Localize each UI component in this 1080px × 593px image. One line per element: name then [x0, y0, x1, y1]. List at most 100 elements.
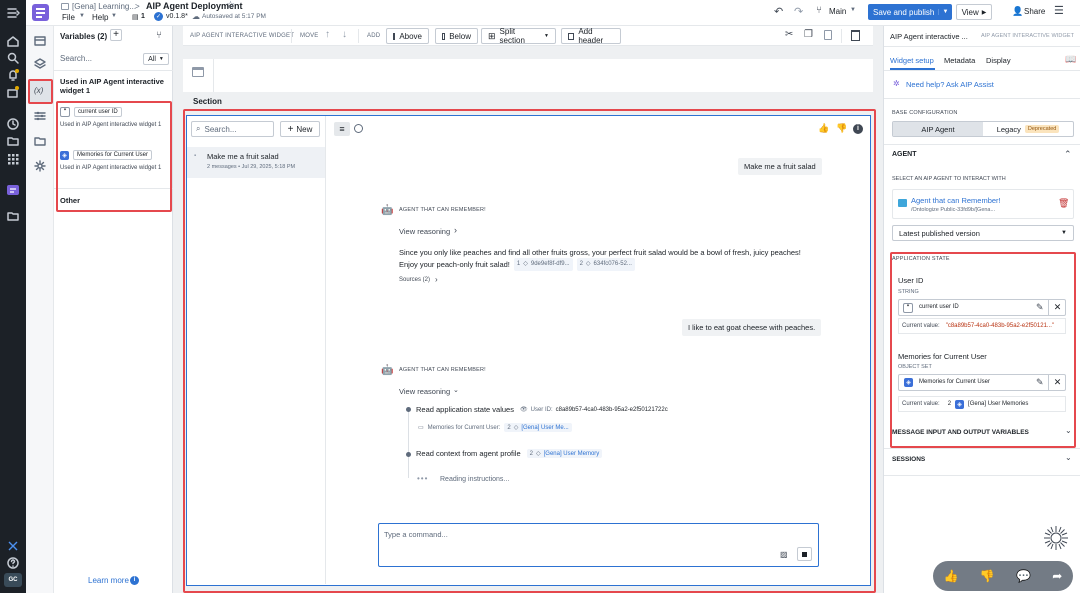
sliders-icon[interactable] — [32, 108, 48, 124]
thumbs-up-icon[interactable]: 👍 — [944, 569, 959, 583]
variables-filter-select[interactable]: All ▼ — [143, 53, 169, 65]
save-and-publish-button[interactable]: Save and publish ▼ — [868, 4, 952, 20]
var2-chip: Memories for Current User — [919, 379, 991, 385]
variables-search-input[interactable]: Search... — [58, 52, 142, 66]
breadcrumb-parent[interactable]: [Gena] Learning... — [72, 2, 136, 11]
ai-assist-icon[interactable] — [5, 538, 21, 554]
thumbs-down-icon[interactable]: 👎 — [980, 569, 995, 583]
autosave-status: Autosaved at 5:17 PM — [202, 13, 266, 20]
chevron-down-icon: ▼ — [79, 13, 85, 19]
pages-count: 1 — [141, 13, 145, 20]
layers-icon[interactable] — [32, 56, 48, 72]
delete-icon[interactable] — [851, 30, 860, 41]
split-section-button[interactable]: ⊞ Split section ▼ — [481, 27, 556, 45]
help-menu[interactable]: Help — [92, 13, 108, 22]
home-icon[interactable] — [5, 33, 21, 49]
add-below-button[interactable]: Below — [435, 28, 478, 44]
arrow-down-icon[interactable]: ↓ — [342, 29, 347, 40]
sessions-section-title[interactable]: SESSIONS — [892, 456, 925, 463]
chevron-down-icon[interactable]: ⌄ — [1065, 453, 1072, 462]
layout-icon[interactable] — [32, 33, 48, 49]
segment-aip-agent[interactable]: AIP Agent — [893, 122, 983, 136]
edit-pencil-icon[interactable]: ✎ — [1036, 377, 1044, 388]
menu-expand-icon[interactable] — [5, 5, 21, 21]
copy-icon[interactable]: ❐ — [804, 29, 813, 40]
panel-title: AIP Agent interactive ... — [890, 32, 968, 41]
section-used-title: Used in AIP Agent interactive widget 1 — [60, 77, 164, 95]
object-set-icon: ◈ — [955, 399, 965, 409]
version-label[interactable]: v0.1.8* — [166, 13, 188, 20]
paste-icon[interactable] — [824, 30, 832, 40]
tab-widget-setup[interactable]: Widget setup — [890, 56, 934, 65]
open-folder-icon[interactable] — [5, 208, 21, 224]
info-icon: i — [130, 576, 139, 585]
app-logo[interactable] — [32, 4, 49, 21]
folder-icon[interactable] — [5, 133, 21, 149]
settings-gear-icon[interactable] — [32, 158, 48, 174]
filter-graph-icon[interactable]: ⑂ — [156, 30, 162, 41]
variables-panel: Variables (2) + ⑂ Search... All ▼ Used in… — [54, 26, 173, 593]
section-layout-icon[interactable] — [192, 67, 204, 77]
search-icon[interactable] — [5, 50, 21, 66]
list-view-icon[interactable]: ☰ — [1054, 4, 1064, 17]
folder-tree-icon[interactable] — [32, 133, 48, 149]
aip-assist-link[interactable]: Need help? Ask AIP Assist — [906, 80, 994, 89]
agent-name-link[interactable]: Agent that can Remember! — [911, 196, 1001, 205]
branch-selector[interactable]: Main — [829, 7, 846, 16]
share-icon: 👤 — [1012, 6, 1024, 16]
edit-pencil-icon[interactable]: ✎ — [1036, 302, 1044, 313]
segment-legacy[interactable]: Legacy Deprecated — [983, 122, 1073, 136]
add-variable-button[interactable]: + — [110, 29, 122, 41]
view-label: View — [961, 7, 979, 17]
help-icon[interactable] — [5, 555, 21, 571]
chevron-down-icon[interactable]: ▼ — [938, 9, 952, 15]
remove-binding-icon[interactable]: ✕ — [1048, 300, 1066, 315]
cut-icon[interactable]: ✂ — [785, 29, 793, 40]
object-set-icon: ◈ — [904, 378, 913, 387]
notifications-icon[interactable] — [5, 67, 21, 83]
var2-binding-field[interactable]: ◈ Memories for Current User ✎ ✕ — [898, 374, 1066, 391]
share-forward-icon[interactable]: ➦ — [1052, 569, 1062, 583]
add-header-button[interactable]: Add header — [561, 27, 621, 45]
divider — [841, 29, 842, 43]
selected-agent-card[interactable]: Agent that can Remember! /Ontologize Pub… — [892, 189, 1074, 219]
workshop-app-icon[interactable] — [5, 182, 21, 198]
app-grid-icon[interactable] — [5, 151, 21, 167]
history-icon[interactable] — [5, 116, 21, 132]
view-button[interactable]: View ▶ — [956, 4, 992, 20]
chevron-down-icon: ▼ — [544, 33, 549, 39]
trash-icon[interactable]: 🗑 — [1058, 198, 1069, 209]
chevron-up-icon[interactable]: ⌃ — [1064, 149, 1072, 160]
current-value-count: 2 — [947, 401, 952, 407]
base-config-label: BASE CONFIGURATION — [892, 110, 958, 116]
widget-toolbar: AIP AGENT INTERACTIVE WIDGET MOVE ↑ ↓ AD… — [183, 26, 873, 46]
apps-alert-icon[interactable] — [5, 84, 21, 100]
learn-more-link[interactable]: Learn more — [88, 576, 129, 585]
share-button[interactable]: Share — [1024, 7, 1045, 16]
agent-version-select[interactable]: Latest published version ▼ — [892, 225, 1074, 241]
file-menu[interactable]: File — [62, 13, 75, 22]
user-avatar[interactable]: GC — [4, 573, 22, 587]
agent-section-title[interactable]: AGENT — [892, 151, 917, 158]
editor-sidebar-rail: (x) — [26, 26, 54, 593]
add-above-button[interactable]: Above — [386, 28, 429, 44]
var1-binding-field[interactable]: " current user ID ✎ ✕ — [898, 299, 1066, 316]
toolbar-add-label: ADD — [367, 33, 381, 39]
comment-icon[interactable]: 💬 — [1016, 569, 1031, 583]
pages-icon[interactable]: ▤ — [132, 13, 139, 21]
redo-icon[interactable]: ↷ — [794, 5, 803, 18]
chevron-down-icon[interactable]: ⌄ — [1065, 426, 1072, 435]
feedback-toolbar: 👍 👎 💬 ➦ — [933, 561, 1073, 591]
arrow-up-icon[interactable]: ↑ — [325, 29, 330, 40]
docs-book-icon[interactable]: 📖 — [1065, 54, 1076, 65]
split-label: Split section — [499, 27, 525, 45]
remove-binding-icon[interactable]: ✕ — [1048, 375, 1066, 390]
star-icon[interactable]: ☆ — [226, 0, 235, 11]
highlight-box — [56, 101, 172, 212]
loading-spinner-icon — [1042, 524, 1070, 552]
tab-metadata[interactable]: Metadata — [944, 56, 975, 65]
undo-icon[interactable]: ↶ — [774, 5, 783, 18]
check-icon: ✓ — [154, 12, 163, 21]
message-io-section-title[interactable]: MESSAGE INPUT AND OUTPUT VARIABLES — [892, 429, 1029, 436]
tab-display[interactable]: Display — [986, 56, 1011, 65]
